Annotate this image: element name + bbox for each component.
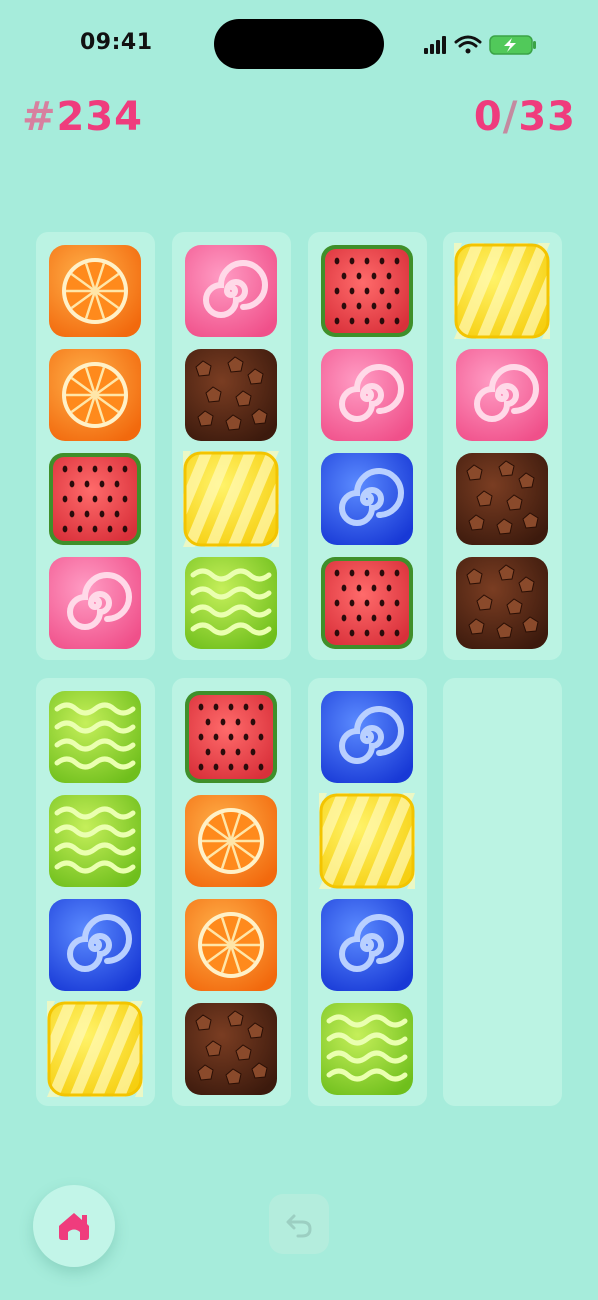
yellow-stripe-candy[interactable] — [319, 793, 415, 889]
level-hash: # — [22, 94, 57, 140]
green-wave-candy[interactable] — [319, 1001, 415, 1097]
home-icon — [59, 1213, 89, 1240]
green-wave-candy[interactable] — [47, 689, 143, 785]
chocolate-candy[interactable] — [454, 451, 550, 547]
home-button[interactable] — [33, 1185, 115, 1267]
orange-candy[interactable] — [47, 347, 143, 443]
level-value: 234 — [56, 94, 144, 140]
chocolate-candy[interactable] — [183, 347, 279, 443]
progress-done: 0 — [473, 94, 503, 140]
blue-swirl-candy[interactable] — [319, 689, 415, 785]
orange-candy[interactable] — [183, 793, 279, 889]
watermelon-candy[interactable] — [319, 243, 415, 339]
undo-icon — [286, 1214, 312, 1238]
watermelon-candy[interactable] — [319, 555, 415, 651]
level-number: #234 — [22, 94, 143, 140]
wifi-icon — [454, 35, 482, 54]
orange-candy[interactable] — [183, 897, 279, 993]
tube-column[interactable] — [308, 232, 427, 660]
status-icons — [420, 30, 550, 60]
status-bar: 09:41 — [0, 0, 598, 90]
green-wave-candy[interactable] — [47, 793, 143, 889]
pink-swirl-candy[interactable] — [319, 347, 415, 443]
tube-column[interactable] — [36, 232, 155, 660]
yellow-stripe-candy[interactable] — [183, 451, 279, 547]
watermelon-candy[interactable] — [183, 689, 279, 785]
tube-column[interactable] — [443, 232, 562, 660]
dynamic-island — [214, 19, 384, 69]
status-time: 09:41 — [80, 30, 153, 55]
green-wave-candy[interactable] — [183, 555, 279, 651]
yellow-stripe-candy[interactable] — [454, 243, 550, 339]
tube-column[interactable] — [36, 678, 155, 1106]
tube-column[interactable] — [172, 232, 291, 660]
yellow-stripe-candy[interactable] — [47, 1001, 143, 1097]
pink-swirl-candy[interactable] — [183, 243, 279, 339]
progress-counter: 0/33 — [474, 94, 576, 140]
watermelon-candy[interactable] — [47, 451, 143, 547]
pink-swirl-candy[interactable] — [454, 347, 550, 443]
tube-column[interactable] — [308, 678, 427, 1106]
signal-icon — [424, 36, 446, 54]
blue-swirl-candy[interactable] — [319, 451, 415, 547]
tube-column[interactable] — [172, 678, 291, 1106]
blue-swirl-candy[interactable] — [47, 897, 143, 993]
progress-separator: / — [502, 94, 519, 140]
battery-charging-icon — [489, 35, 536, 55]
undo-button[interactable] — [269, 1194, 329, 1254]
tube-column[interactable] — [443, 678, 562, 1106]
pink-swirl-candy[interactable] — [47, 555, 143, 651]
progress-total: 33 — [518, 94, 576, 140]
chocolate-candy[interactable] — [183, 1001, 279, 1097]
orange-candy[interactable] — [47, 243, 143, 339]
blue-swirl-candy[interactable] — [319, 897, 415, 993]
chocolate-candy[interactable] — [454, 555, 550, 651]
